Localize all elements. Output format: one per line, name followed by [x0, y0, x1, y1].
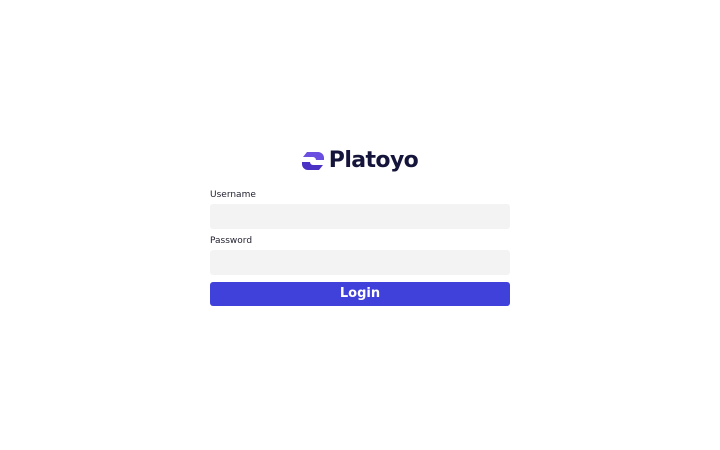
- platoyo-logo-icon: [301, 152, 324, 170]
- login-page: Platoyo Username Password Login: [0, 0, 720, 450]
- brand-logo: Platoyo: [210, 146, 510, 176]
- username-field[interactable]: [210, 204, 510, 229]
- password-field[interactable]: [210, 250, 510, 275]
- brand-name: Platoyo: [328, 148, 419, 173]
- password-label: Password: [210, 236, 253, 246]
- login-form: Platoyo Username Password Login: [210, 146, 510, 306]
- login-button[interactable]: Login: [210, 282, 510, 306]
- username-label: Username: [210, 190, 256, 200]
